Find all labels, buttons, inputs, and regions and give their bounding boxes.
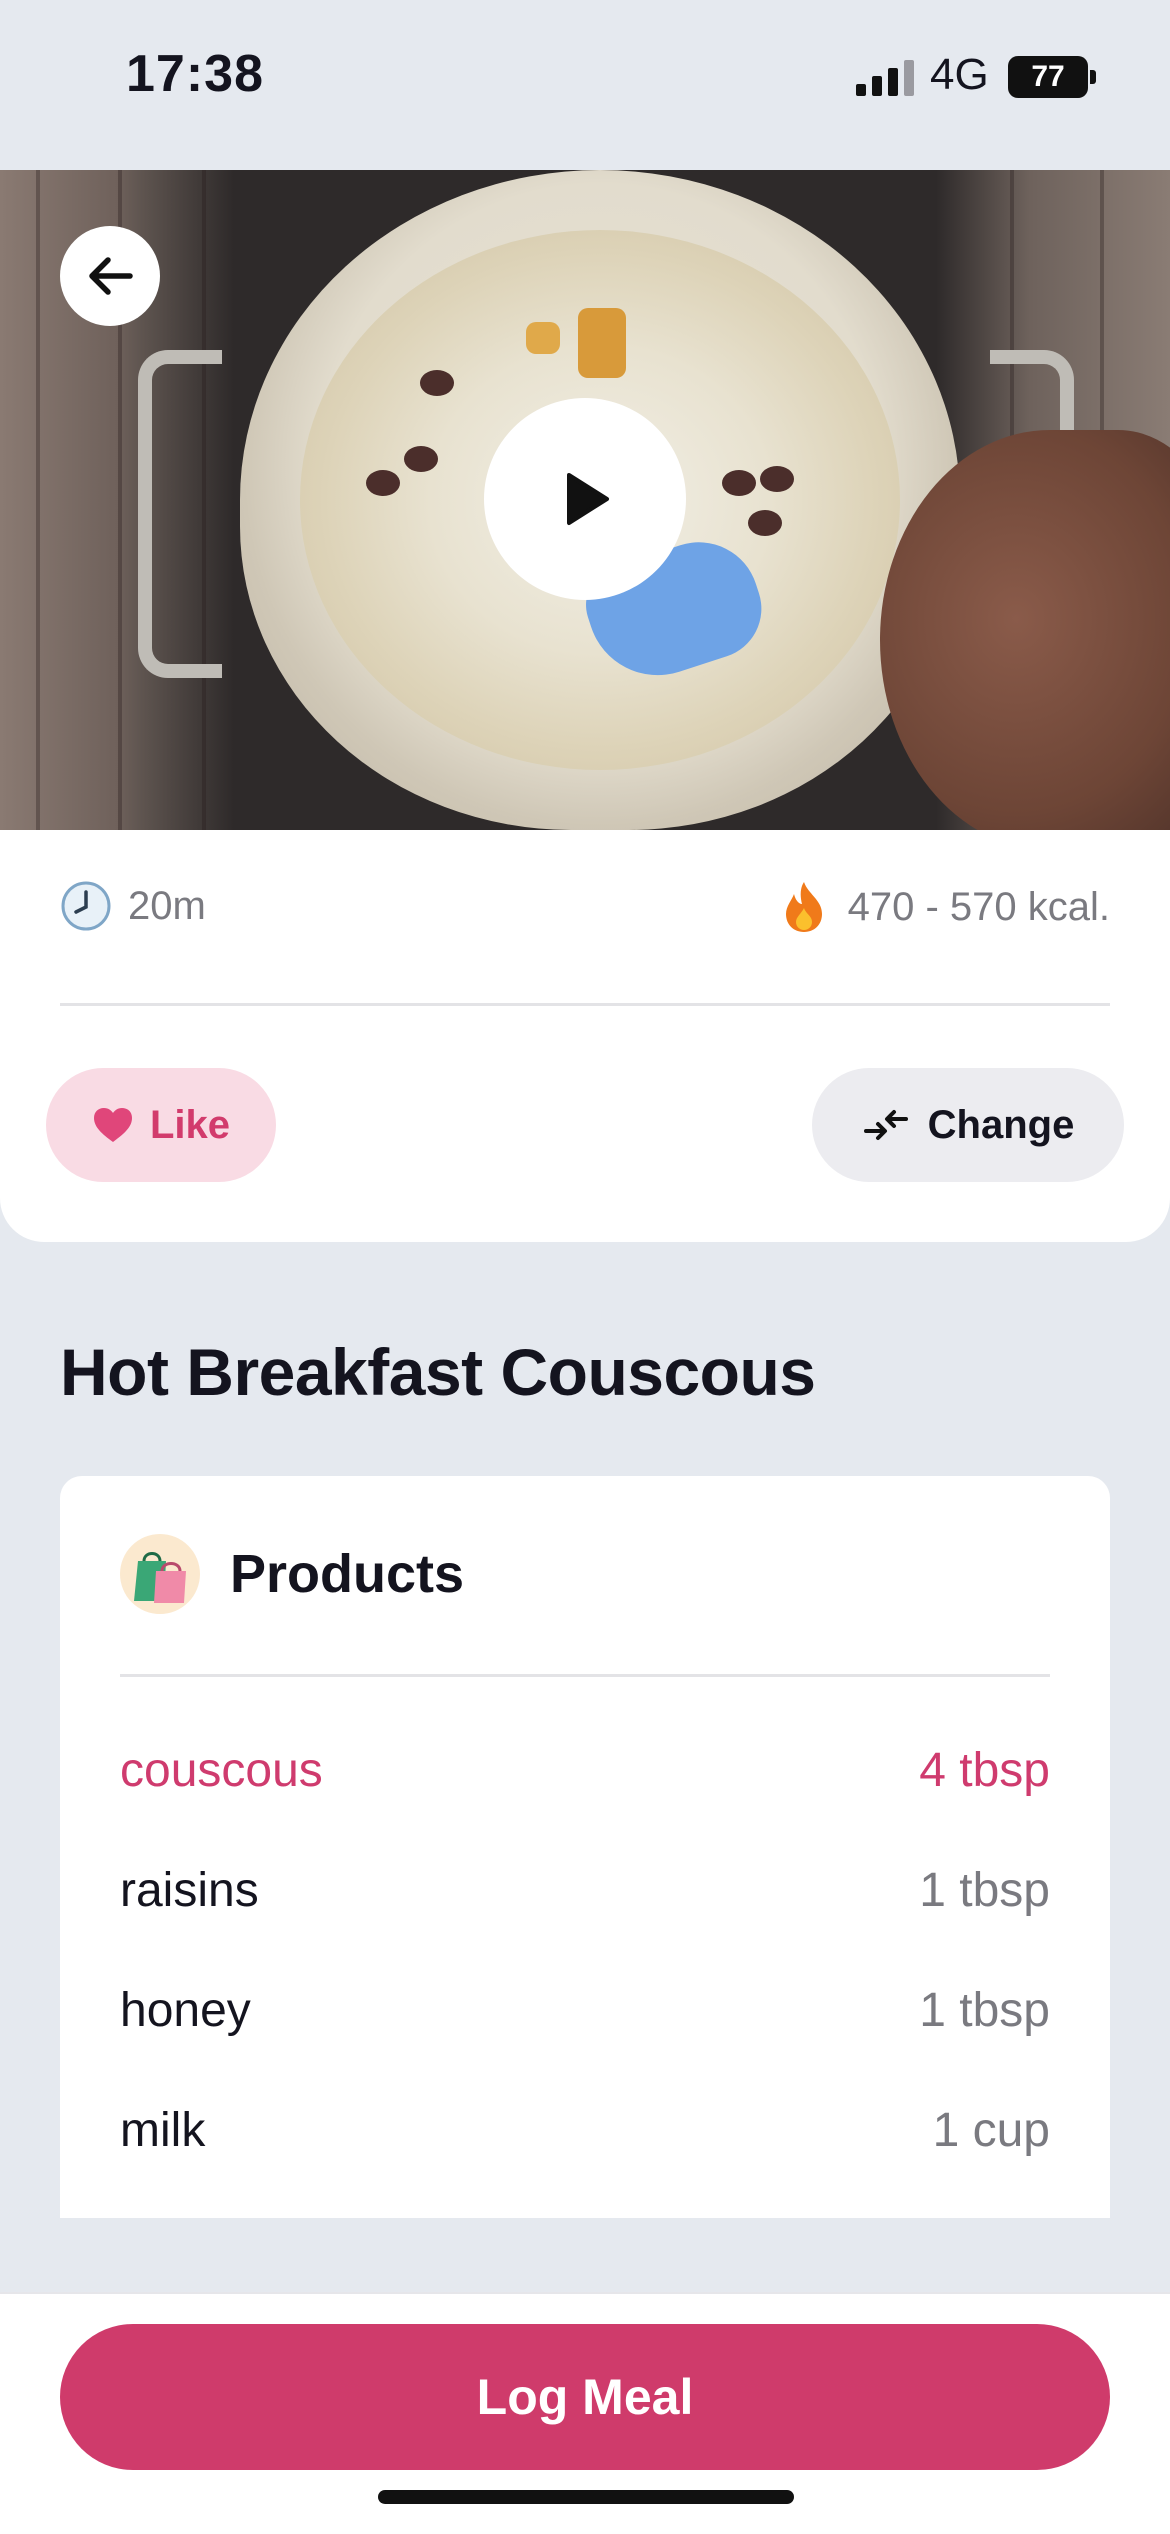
log-meal-button[interactable]: Log Meal bbox=[60, 2324, 1110, 2470]
product-name: milk bbox=[120, 2103, 206, 2157]
raisin bbox=[722, 470, 756, 496]
product-quantity: 1 tbsp bbox=[919, 1983, 1050, 2037]
recipe-title: Hot Breakfast Couscous bbox=[60, 1335, 816, 1409]
divider bbox=[120, 1674, 1050, 1677]
like-label: Like bbox=[149, 1102, 231, 1147]
duration-value: 20m bbox=[128, 883, 206, 928]
product-quantity: 1 tbsp bbox=[919, 1863, 1050, 1917]
product-quantity: 4 tbsp bbox=[919, 1743, 1050, 1797]
shopping-bags-icon bbox=[120, 1534, 200, 1614]
products-title: Products bbox=[230, 1544, 465, 1604]
duration: 20m bbox=[60, 880, 206, 932]
fire-icon bbox=[785, 882, 822, 932]
network-type: 4G bbox=[930, 50, 989, 99]
play-button[interactable] bbox=[484, 398, 686, 600]
play-icon bbox=[567, 473, 609, 525]
products-header: Products bbox=[120, 1534, 464, 1614]
calories-value: 470 - 570 kcal. bbox=[847, 884, 1110, 929]
apricot-piece bbox=[526, 322, 560, 354]
raisin bbox=[420, 370, 454, 396]
heart-icon bbox=[93, 1108, 132, 1142]
like-button[interactable]: Like bbox=[46, 1068, 276, 1182]
product-name: raisins bbox=[120, 1863, 259, 1917]
log-meal-label: Log Meal bbox=[476, 2369, 694, 2425]
raisin bbox=[404, 446, 438, 472]
swap-arrows-icon bbox=[863, 1110, 908, 1140]
product-row[interactable]: milk 1 cup bbox=[120, 2090, 1050, 2170]
product-quantity: 1 cup bbox=[932, 2103, 1050, 2157]
wood-plank bbox=[36, 170, 40, 830]
change-label: Change bbox=[927, 1102, 1075, 1147]
battery-icon: 77 bbox=[1008, 56, 1088, 98]
product-name: honey bbox=[120, 1983, 251, 2037]
signal-icon bbox=[856, 60, 914, 96]
change-button[interactable]: Change bbox=[812, 1068, 1124, 1182]
apricot-piece bbox=[578, 308, 626, 378]
raisin bbox=[366, 470, 400, 496]
battery-tip bbox=[1090, 70, 1096, 84]
calories: 470 - 570 kcal. bbox=[780, 880, 1110, 934]
product-row[interactable]: couscous 4 tbsp bbox=[120, 1730, 1050, 1810]
clock-icon bbox=[61, 881, 111, 931]
status-bar: 17:38 4G 77 bbox=[0, 0, 1170, 170]
recipe-meta: 20m 470 - 570 kcal. bbox=[60, 880, 1110, 950]
back-button[interactable] bbox=[60, 226, 160, 326]
raisin bbox=[760, 466, 794, 492]
product-row[interactable]: raisins 1 tbsp bbox=[120, 1850, 1050, 1930]
home-indicator[interactable] bbox=[378, 2490, 794, 2504]
products-card: Products couscous 4 tbsp raisins 1 tbsp … bbox=[60, 1476, 1110, 2218]
raisin bbox=[748, 510, 782, 536]
status-time: 17:38 bbox=[126, 45, 264, 103]
product-name: couscous bbox=[120, 1743, 323, 1797]
divider bbox=[60, 1003, 1110, 1006]
arrow-left-icon bbox=[89, 257, 133, 295]
product-row[interactable]: honey 1 tbsp bbox=[120, 1970, 1050, 2050]
pot-handle-left bbox=[138, 350, 222, 678]
